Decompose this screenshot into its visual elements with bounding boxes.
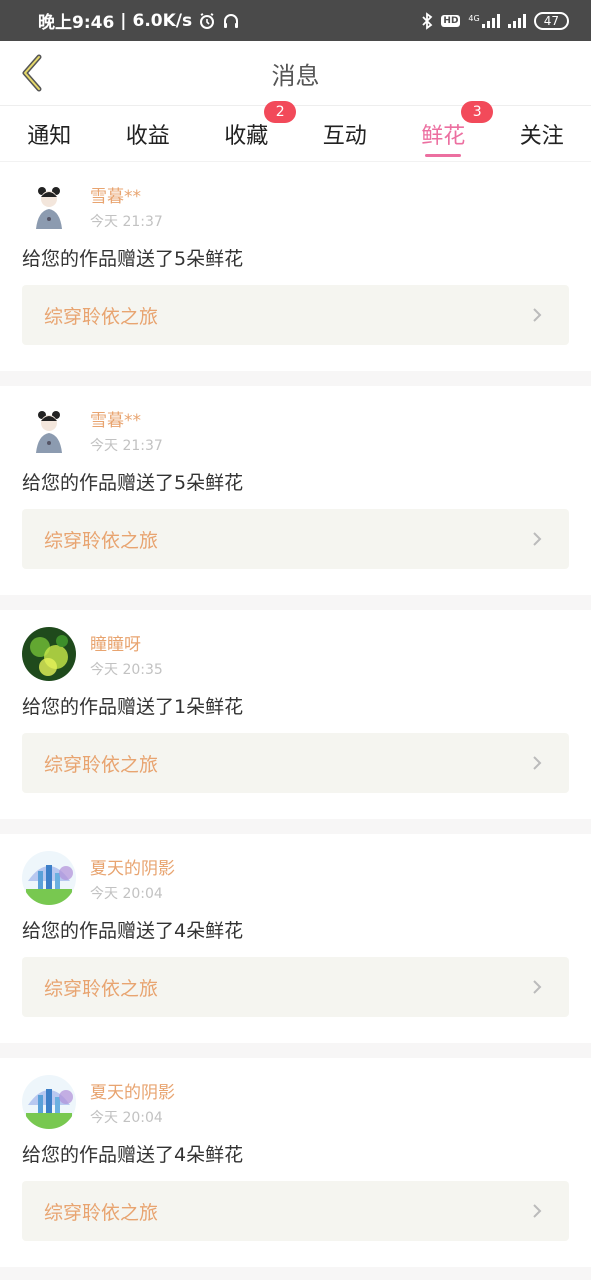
list-item: 夏天的阴影 今天 20:04 给您的作品赠送了4朵鲜花 综穿聆依之旅	[0, 1058, 591, 1280]
user-row[interactable]: 雪暮** 今天 21:37	[22, 178, 569, 234]
count-badge: 3	[461, 101, 494, 123]
avatar[interactable]	[22, 851, 76, 905]
user-info: 雪暮** 今天 21:37	[90, 182, 163, 231]
status-left: 晚上9:46 | 6.0K/s	[38, 8, 240, 33]
work-title: 综穿聆依之旅	[44, 753, 159, 776]
list-item: 雪暮** 今天 21:37 给您的作品赠送了5朵鲜花 综穿聆依之旅	[0, 162, 591, 386]
network-label: 4G	[468, 13, 480, 23]
user-info: 夏天的阴影 今天 20:04	[90, 854, 175, 903]
chevron-right-icon	[531, 755, 547, 771]
bluetooth-icon	[421, 11, 433, 30]
user-info: 雪暮** 今天 21:37	[90, 406, 163, 455]
message-text: 给您的作品赠送了4朵鲜花	[22, 1144, 244, 1166]
work-link[interactable]: 综穿聆依之旅	[22, 733, 569, 793]
signal-icon	[507, 13, 526, 28]
tab-notifications[interactable]: 通知	[0, 106, 99, 162]
work-link[interactable]: 综穿聆依之旅	[22, 285, 569, 345]
user-row[interactable]: 瞳瞳呀 今天 20:35	[22, 626, 569, 682]
list-item: 瞳瞳呀 今天 20:35 给您的作品赠送了1朵鲜花 综穿聆依之旅	[0, 610, 591, 834]
timestamp: 今天 21:37	[90, 437, 163, 454]
username[interactable]: 雪暮**	[90, 406, 163, 431]
tab-label: 鲜花	[421, 124, 466, 149]
timestamp: 今天 21:37	[90, 213, 163, 230]
user-row[interactable]: 夏天的阴影 今天 20:04	[22, 1074, 569, 1130]
list-item: 夏天的阴影 今天 20:04 给您的作品赠送了4朵鲜花 综穿聆依之旅	[0, 834, 591, 1058]
avatar[interactable]	[22, 403, 76, 457]
username[interactable]: 雪暮**	[90, 182, 163, 207]
status-right: HD 4G 47	[421, 11, 569, 30]
tab-label: 收益	[125, 124, 170, 149]
chevron-right-icon	[531, 1203, 547, 1219]
timestamp: 今天 20:04	[90, 1109, 163, 1126]
tab-label: 通知	[27, 124, 72, 149]
tab-interactions[interactable]: 互动	[296, 106, 395, 162]
tab-bar: 通知 收益 收藏 2 互动 鲜花 3 关注	[0, 101, 591, 162]
tab-favorites[interactable]: 收藏 2	[197, 101, 297, 162]
message-list: 雪暮** 今天 21:37 给您的作品赠送了5朵鲜花 综穿聆依之旅 雪暮** 今…	[0, 162, 591, 1280]
tab-label: 收藏	[224, 124, 269, 149]
user-info: 瞳瞳呀 今天 20:35	[90, 630, 163, 679]
battery-level: 47	[543, 13, 559, 28]
status-speed: 6.0K/s	[132, 10, 193, 31]
avatar[interactable]	[22, 179, 76, 233]
username[interactable]: 瞳瞳呀	[90, 630, 163, 655]
user-info: 夏天的阴影 今天 20:04	[90, 1078, 175, 1127]
status-time: 晚上9:46	[38, 13, 115, 33]
chevron-right-icon	[531, 307, 547, 323]
tab-earnings[interactable]: 收益	[99, 106, 198, 162]
work-title: 综穿聆依之旅	[44, 1201, 159, 1224]
battery-icon: 47	[533, 11, 569, 30]
user-row[interactable]: 雪暮** 今天 21:37	[22, 402, 569, 458]
user-row[interactable]: 夏天的阴影 今天 20:04	[22, 850, 569, 906]
count-badge: 2	[264, 101, 297, 123]
status-bar: 晚上9:46 | 6.0K/s HD 4G 47	[0, 0, 591, 41]
message-text: 给您的作品赠送了5朵鲜花	[22, 472, 244, 494]
list-item: 雪暮** 今天 21:37 给您的作品赠送了5朵鲜花 综穿聆依之旅	[0, 386, 591, 610]
work-title: 综穿聆依之旅	[44, 305, 159, 328]
timestamp: 今天 20:04	[90, 885, 163, 902]
chevron-left-icon	[22, 54, 42, 92]
username[interactable]: 夏天的阴影	[90, 854, 175, 879]
alarm-icon	[198, 12, 216, 30]
tab-flowers[interactable]: 鲜花 3	[394, 101, 494, 162]
hd-icon: HD	[441, 14, 461, 27]
message-text: 给您的作品赠送了5朵鲜花	[22, 248, 244, 270]
avatar[interactable]	[22, 627, 76, 681]
message-text: 给您的作品赠送了1朵鲜花	[22, 696, 244, 718]
username[interactable]: 夏天的阴影	[90, 1078, 175, 1103]
app-header: 消息	[0, 41, 591, 106]
page-title: 消息	[271, 61, 320, 90]
chevron-right-icon	[531, 531, 547, 547]
chevron-right-icon	[531, 979, 547, 995]
status-divider: |	[120, 10, 127, 31]
back-button[interactable]	[12, 53, 52, 93]
tab-follows[interactable]: 关注	[493, 106, 591, 162]
work-title: 综穿聆依之旅	[44, 977, 159, 1000]
tab-label: 关注	[519, 124, 564, 149]
work-title: 综穿聆依之旅	[44, 529, 159, 552]
work-link[interactable]: 综穿聆依之旅	[22, 509, 569, 569]
headphones-icon	[222, 12, 240, 30]
timestamp: 今天 20:35	[90, 661, 163, 678]
message-text: 给您的作品赠送了4朵鲜花	[22, 920, 244, 942]
tab-label: 互动	[322, 124, 367, 149]
work-link[interactable]: 综穿聆依之旅	[22, 957, 569, 1017]
signal-4g-icon: 4G	[468, 13, 500, 28]
work-link[interactable]: 综穿聆依之旅	[22, 1181, 569, 1241]
avatar[interactable]	[22, 1075, 76, 1129]
